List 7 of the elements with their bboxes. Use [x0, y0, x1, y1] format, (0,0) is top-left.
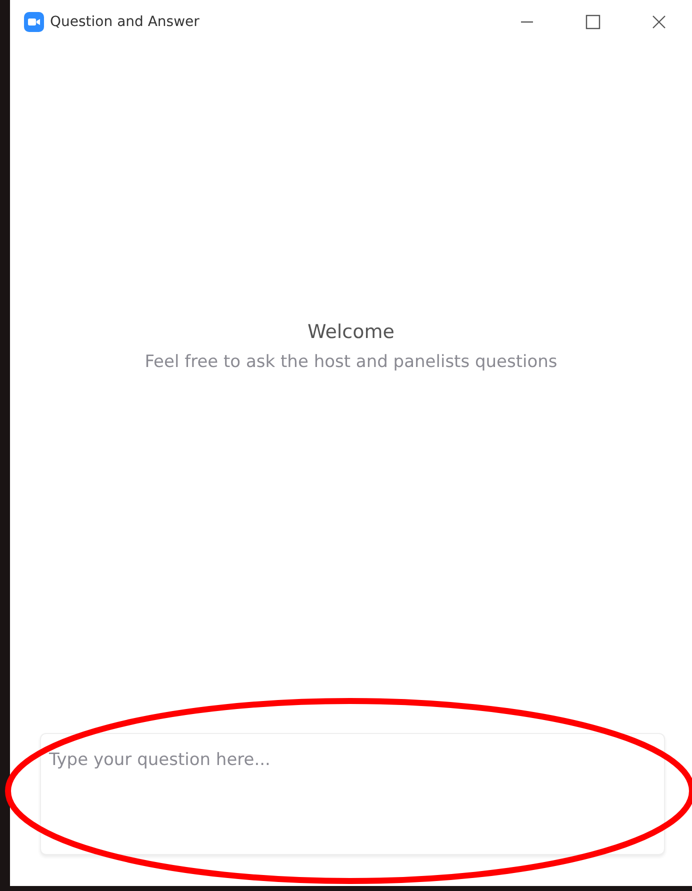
maximize-icon — [585, 14, 601, 30]
window-title: Question and Answer — [50, 12, 200, 32]
question-input-field[interactable]: Type your question here... — [40, 733, 665, 855]
welcome-text: Feel free to ask the host and panelists questions — [144, 351, 558, 374]
welcome-heading: Welcome — [308, 321, 394, 344]
close-icon — [651, 14, 667, 30]
camera-icon — [24, 12, 44, 32]
